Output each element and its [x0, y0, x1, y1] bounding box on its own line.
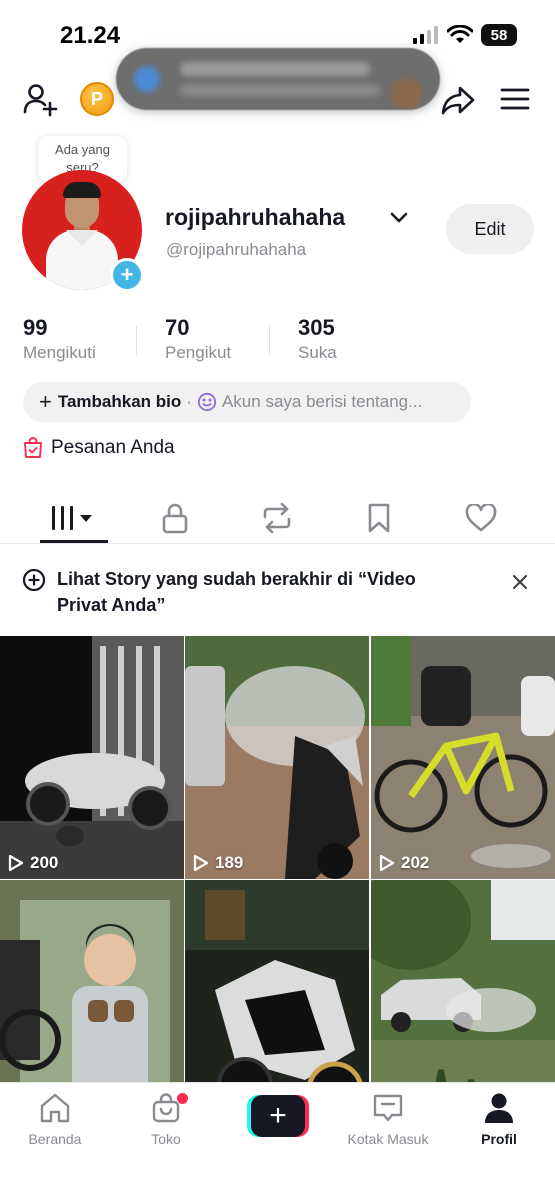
view-count-value: 189 — [215, 853, 244, 872]
video-grid-icon — [52, 506, 92, 530]
add-user-icon — [23, 84, 58, 117]
bottom-navigation: Beranda Toko + Kotak Masuk Profil — [0, 1082, 555, 1200]
nav-home-label: Beranda — [28, 1131, 82, 1147]
your-orders-label: Pesanan Anda — [51, 437, 175, 458]
bio-separator: · — [186, 392, 192, 411]
edit-profile-button[interactable]: Edit — [446, 204, 534, 254]
add-friend-button[interactable] — [22, 80, 58, 120]
notification-title-blurred — [180, 62, 370, 76]
nav-profile-label: Profil — [481, 1131, 517, 1147]
profile-tabs — [0, 494, 555, 544]
create-video-button[interactable]: + — [247, 1095, 309, 1137]
tab-private[interactable] — [140, 494, 210, 542]
view-count: 202 — [379, 853, 429, 873]
play-icon — [8, 854, 24, 872]
cellular-signal-icon — [413, 26, 438, 44]
your-orders-link[interactable]: Pesanan Anda — [23, 434, 175, 462]
account-switch-chevron-down-icon[interactable] — [388, 206, 410, 228]
plus-icon: + — [120, 262, 134, 287]
play-icon — [193, 854, 209, 872]
view-count: 200 — [8, 853, 58, 873]
video-thumbnail-image — [0, 636, 184, 879]
stat-likes[interactable]: 305 Suka — [298, 314, 337, 364]
stat-divider — [136, 326, 137, 356]
coin-icon[interactable]: P — [80, 82, 114, 116]
menu-button[interactable] — [498, 82, 532, 116]
stat-following[interactable]: 99 Mengikuti — [23, 314, 96, 364]
add-bio-label: Tambahkan bio — [57, 392, 182, 411]
video-thumbnail-image — [185, 636, 369, 879]
tab-reposts[interactable] — [242, 494, 312, 542]
nav-profile[interactable]: Profil — [444, 1091, 554, 1147]
home-icon — [40, 1093, 70, 1123]
profile-icon-wrap — [482, 1091, 516, 1125]
profile-stats: 99 Mengikuti 70 Pengikut 305 Suka — [0, 314, 555, 366]
story-plus-icon — [22, 568, 46, 592]
expired-story-banner[interactable]: Lihat Story yang sudah berakhir di “Vide… — [0, 544, 555, 636]
profile-handle: @rojipahruhahaha — [166, 240, 307, 259]
nav-home[interactable]: Beranda — [0, 1091, 110, 1147]
add-bio-button[interactable]: + Tambahkan bio · Akun saya berisi tenta… — [23, 382, 471, 422]
tab-liked[interactable] — [446, 494, 516, 542]
inbox-message-icon — [373, 1094, 403, 1122]
stat-followers[interactable]: 70 Pengikut — [165, 314, 231, 364]
close-icon[interactable] — [510, 572, 530, 592]
avatar-hair — [63, 182, 101, 198]
notification-dot — [177, 1093, 188, 1104]
smile-icon — [197, 392, 217, 412]
bookmark-icon — [368, 503, 390, 533]
battery-icon: 58 — [481, 24, 517, 46]
plus-icon: + — [39, 389, 52, 414]
profile-username: rojipahruhahaha — [165, 204, 346, 230]
video-thumbnail-image — [371, 636, 555, 879]
stat-divider — [269, 326, 270, 356]
stat-following-label: Mengikuti — [23, 343, 96, 362]
status-icons: 58 — [413, 24, 517, 46]
plus-icon: + — [251, 1095, 305, 1137]
bio-placeholder: Akun saya berisi tentang... — [221, 392, 423, 411]
video-grid: 200 189 202 — [0, 636, 555, 1123]
wifi-icon — [447, 25, 473, 43]
tooltip-line1: Ada yang — [55, 142, 110, 157]
play-icon — [379, 854, 395, 872]
active-tab-indicator — [40, 540, 108, 543]
video-thumbnail[interactable]: 200 — [0, 636, 184, 879]
share-arrow-icon — [441, 86, 475, 115]
inbox-icon-wrap — [371, 1091, 405, 1125]
view-count-value: 200 — [30, 853, 59, 872]
stat-likes-value: 305 — [298, 315, 335, 340]
top-bar: P — [0, 76, 555, 126]
stat-likes-label: Suka — [298, 343, 337, 362]
video-thumbnail[interactable]: 202 — [371, 636, 555, 879]
add-story-button[interactable]: + — [110, 258, 144, 292]
hamburger-menu-icon — [500, 88, 530, 110]
lock-icon — [162, 503, 188, 534]
status-time: 21.24 — [60, 22, 121, 49]
profile-person-icon — [485, 1093, 513, 1123]
share-profile-button[interactable] — [440, 80, 476, 120]
view-count: 189 — [193, 853, 243, 873]
repost-icon — [263, 503, 291, 533]
nav-shop[interactable]: Toko — [111, 1091, 221, 1147]
stat-followers-label: Pengikut — [165, 343, 232, 362]
stat-following-value: 99 — [23, 315, 48, 340]
nav-inbox[interactable]: Kotak Masuk — [333, 1091, 443, 1147]
home-icon-wrap — [38, 1091, 72, 1125]
view-count-value: 202 — [401, 853, 430, 872]
nav-shop-label: Toko — [151, 1131, 181, 1147]
stat-followers-value: 70 — [165, 315, 190, 340]
heart-icon — [465, 504, 497, 532]
expired-story-text: Lihat Story yang sudah berakhir di “Vide… — [57, 569, 416, 615]
shopping-bag-check-icon — [24, 437, 42, 458]
tab-videos[interactable] — [40, 494, 108, 542]
nav-inbox-label: Kotak Masuk — [347, 1131, 429, 1147]
tab-favorites[interactable] — [344, 494, 414, 542]
video-thumbnail[interactable]: 189 — [185, 636, 369, 879]
